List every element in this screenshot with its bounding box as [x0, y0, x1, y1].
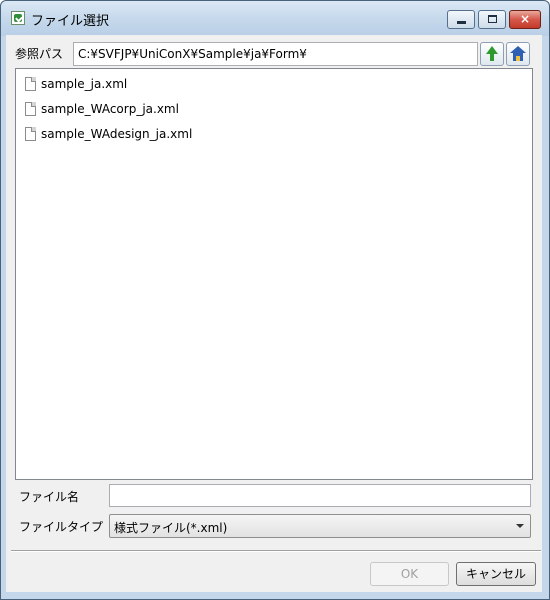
filetype-select[interactable]: 様式ファイル(*.xml) [109, 514, 531, 538]
path-field[interactable]: C:¥SVFJP¥UniConX¥Sample¥ja¥Form¥ [73, 42, 478, 66]
maximize-button[interactable] [478, 10, 506, 29]
home-folder-button[interactable] [506, 42, 530, 66]
maximize-icon [488, 15, 497, 23]
file-icon [25, 102, 36, 116]
file-name: sample_WAdesign_ja.xml [41, 127, 193, 141]
filename-input[interactable] [109, 484, 531, 507]
cancel-button[interactable]: キャンセル [456, 562, 536, 586]
file-list[interactable]: sample_ja.xml sample_WAcorp_ja.xml sampl… [15, 68, 533, 480]
minimize-icon [457, 21, 466, 24]
close-button[interactable]: × [509, 10, 541, 29]
close-icon: × [519, 12, 531, 26]
ok-button[interactable]: OK [370, 562, 449, 586]
file-name: sample_WAcorp_ja.xml [41, 102, 179, 116]
file-icon [25, 77, 36, 91]
chevron-down-icon [516, 524, 524, 528]
app-icon [11, 11, 25, 25]
title-bar[interactable]: ファイル選択 × [1, 1, 549, 36]
file-icon [25, 127, 36, 141]
window-title: ファイル選択 [31, 14, 110, 29]
filetype-label: ファイルタイプ [19, 520, 104, 534]
filename-label: ファイル名 [19, 490, 80, 504]
divider [11, 550, 541, 552]
path-label: 参照パス [15, 47, 64, 61]
file-name: sample_ja.xml [41, 77, 128, 91]
filetype-selected-value: 様式ファイル(*.xml) [114, 521, 228, 535]
home-icon [510, 46, 526, 53]
minimize-button[interactable] [447, 10, 475, 29]
up-folder-button[interactable] [480, 42, 504, 66]
